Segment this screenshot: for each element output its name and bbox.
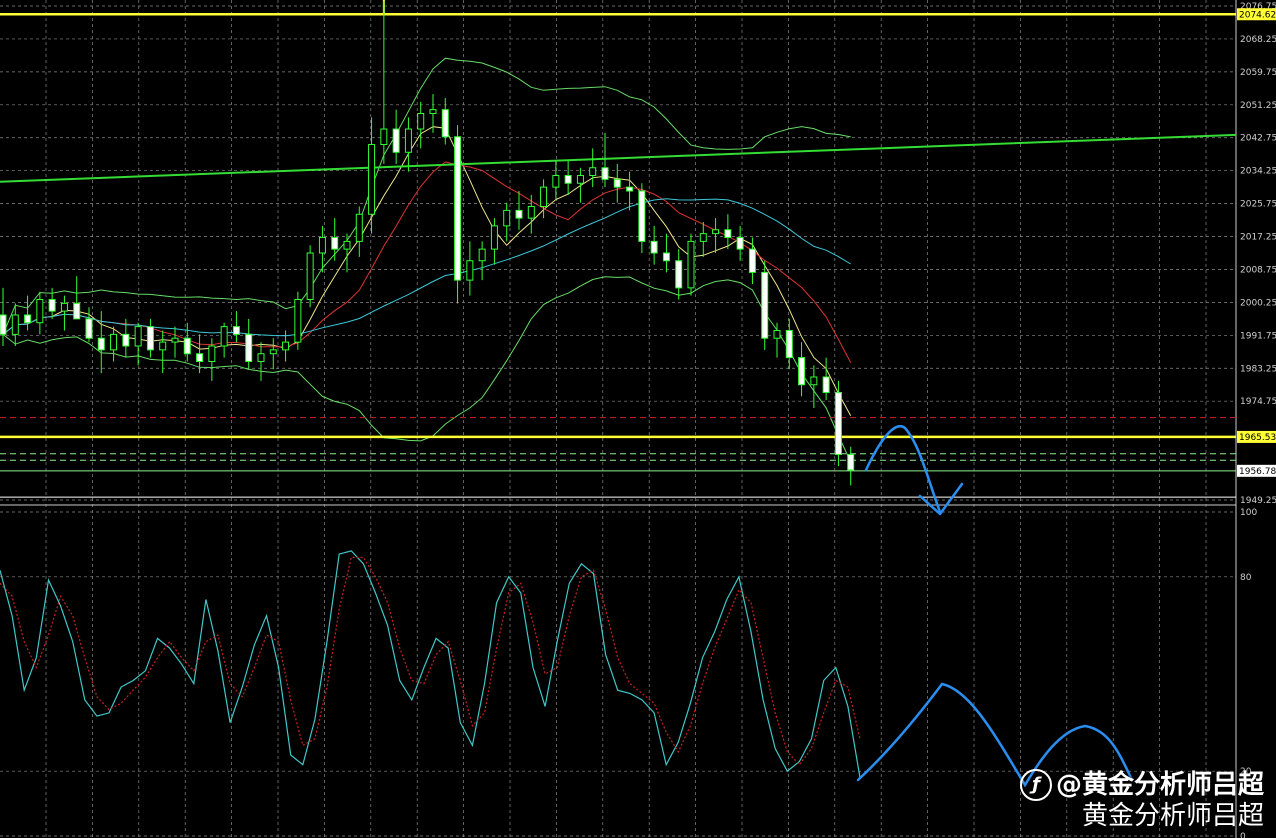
price-tick-label: 2000.25 bbox=[1240, 298, 1276, 308]
price-tick-label: 1949.25 bbox=[1240, 496, 1276, 506]
candle-body bbox=[48, 298, 56, 312]
candle-body bbox=[724, 229, 732, 239]
candle-body bbox=[245, 333, 253, 362]
candle-body bbox=[282, 341, 290, 351]
candle-body bbox=[110, 333, 118, 351]
price-tick-label: 2008.75 bbox=[1240, 265, 1276, 275]
candle-body bbox=[220, 326, 228, 347]
candle-body bbox=[613, 178, 621, 188]
candle-body bbox=[417, 113, 425, 130]
candle-body bbox=[380, 128, 388, 146]
candle-body bbox=[626, 186, 634, 192]
candle-body bbox=[785, 329, 793, 359]
candle-body bbox=[736, 237, 744, 250]
candle-body bbox=[540, 186, 548, 208]
candle-body bbox=[36, 298, 44, 324]
candle-body bbox=[638, 190, 646, 242]
candle-body bbox=[552, 175, 560, 188]
candle-body bbox=[441, 109, 449, 138]
candle-body bbox=[97, 337, 105, 351]
candle-body bbox=[810, 376, 818, 386]
candle-body bbox=[822, 376, 830, 393]
candle-body bbox=[748, 248, 756, 273]
candle-body bbox=[24, 314, 32, 324]
candle-body bbox=[699, 233, 707, 242]
oscillator-tick-label: 20 bbox=[1240, 767, 1252, 777]
candle-body bbox=[576, 175, 584, 184]
candle-body bbox=[269, 349, 277, 355]
price-tag-label: 1956.78 bbox=[1239, 467, 1276, 477]
price-tag-label: 2074.62 bbox=[1239, 10, 1276, 20]
oscillator-tick-label: 100 bbox=[1240, 508, 1257, 518]
candle-body bbox=[478, 248, 486, 262]
candle-body bbox=[687, 240, 695, 289]
candle-body bbox=[183, 337, 191, 355]
oscillator-tick-label: 0 bbox=[1240, 832, 1246, 838]
chart-canvas: 2076.752068.252059.752051.252042.752034.… bbox=[0, 0, 1276, 838]
candle-body bbox=[368, 144, 376, 215]
candle-body bbox=[429, 109, 437, 115]
candle-body bbox=[318, 237, 326, 254]
price-tick-label: 2017.25 bbox=[1240, 233, 1276, 243]
candle-body bbox=[650, 240, 658, 254]
price-tag-label: 1965.53 bbox=[1239, 433, 1276, 443]
candle-body bbox=[60, 302, 68, 312]
candle-body bbox=[11, 314, 19, 335]
candle-body bbox=[257, 353, 265, 362]
price-tick-label: 1974.75 bbox=[1240, 397, 1276, 407]
candle-body bbox=[454, 136, 462, 281]
candle-body bbox=[564, 175, 572, 184]
candle-body bbox=[675, 260, 683, 289]
candle-body bbox=[601, 167, 609, 180]
price-tick-label: 1983.25 bbox=[1240, 364, 1276, 374]
candle-body bbox=[589, 167, 597, 177]
candle-body bbox=[159, 341, 167, 351]
candle-body bbox=[122, 333, 130, 347]
candle-body bbox=[331, 237, 339, 250]
candle-body bbox=[515, 209, 523, 219]
candle-body bbox=[503, 209, 511, 227]
price-tick-label: 2051.25 bbox=[1240, 101, 1276, 111]
candle-body bbox=[146, 326, 154, 351]
candle-body bbox=[847, 453, 855, 471]
candle-body bbox=[232, 326, 240, 335]
candle-body bbox=[798, 357, 806, 386]
candle-body bbox=[85, 318, 93, 339]
candle-body bbox=[134, 326, 142, 347]
candle-body bbox=[0, 314, 7, 335]
candle-body bbox=[171, 337, 179, 343]
chart-background bbox=[0, 0, 1276, 838]
candle-body bbox=[343, 240, 351, 250]
candle-body bbox=[466, 260, 474, 281]
candle-body bbox=[404, 128, 412, 153]
candle-body bbox=[712, 229, 720, 235]
candle-body bbox=[662, 252, 670, 262]
price-tick-label: 1991.75 bbox=[1240, 331, 1276, 341]
candle-body bbox=[208, 345, 216, 362]
candle-body bbox=[355, 213, 363, 242]
price-tick-label: 2059.75 bbox=[1240, 68, 1276, 78]
candle-body bbox=[196, 353, 204, 362]
candle-body bbox=[392, 128, 400, 153]
candle-body bbox=[527, 206, 535, 219]
price-tick-label: 2034.25 bbox=[1240, 167, 1276, 177]
candle-body bbox=[306, 252, 314, 300]
candle-body bbox=[761, 271, 769, 339]
price-tick-label: 2042.75 bbox=[1240, 134, 1276, 144]
candle-body bbox=[73, 302, 81, 320]
candle-body bbox=[490, 225, 498, 250]
candle-body bbox=[773, 329, 781, 339]
oscillator-tick-label: 80 bbox=[1240, 573, 1252, 583]
price-tick-label: 2025.75 bbox=[1240, 200, 1276, 210]
candle-body bbox=[294, 298, 302, 343]
price-tick-label: 2068.25 bbox=[1240, 35, 1276, 45]
candle-body bbox=[834, 391, 842, 455]
